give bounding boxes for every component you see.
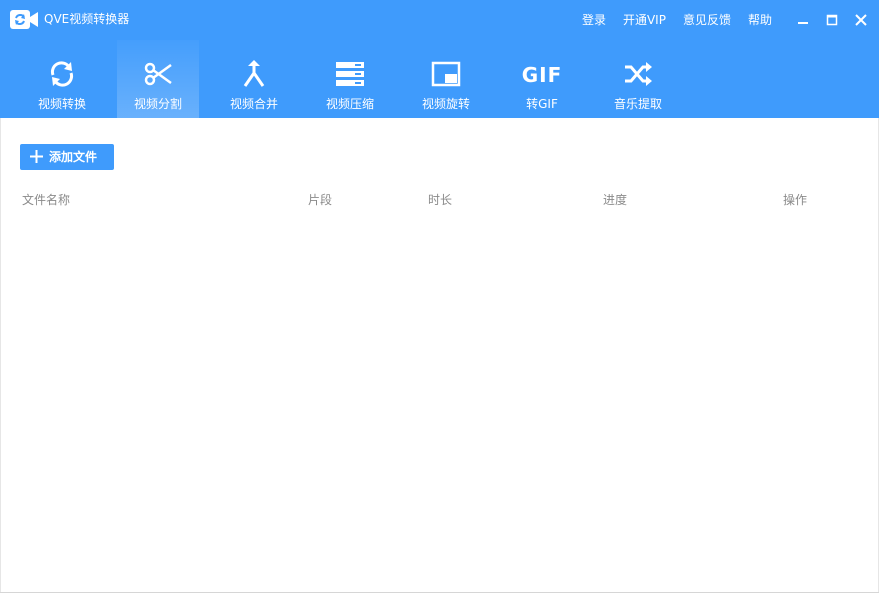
tool-video-merge[interactable]: 视频合并 bbox=[206, 40, 302, 118]
shuffle-icon bbox=[625, 62, 652, 86]
tool-video-compress[interactable]: 视频压缩 bbox=[302, 40, 398, 118]
minimize-icon[interactable] bbox=[796, 13, 810, 27]
tool-label: 视频旋转 bbox=[421, 97, 470, 111]
close-icon[interactable] bbox=[854, 13, 868, 27]
column-filename: 文件名称 bbox=[22, 193, 71, 207]
app-title: QVE视频转换器 bbox=[44, 12, 130, 26]
feedback-link[interactable]: 意见反馈 bbox=[683, 11, 731, 29]
tool-music-extract[interactable]: 音乐提取 bbox=[590, 40, 686, 118]
tool-video-rotate[interactable]: 视频旋转 bbox=[398, 40, 494, 118]
scissors-icon bbox=[144, 62, 172, 86]
tool-label: 视频分割 bbox=[133, 97, 182, 111]
maximize-icon[interactable] bbox=[825, 13, 839, 27]
tool-label: 音乐提取 bbox=[613, 97, 662, 111]
top-links: 登录 开通VIP 意见反馈 帮助 bbox=[582, 11, 772, 29]
vip-link[interactable]: 开通VIP bbox=[623, 11, 666, 29]
gif-icon: GIF bbox=[522, 63, 562, 87]
tool-label: 视频压缩 bbox=[325, 97, 374, 111]
tool-video-convert[interactable]: 视频转换 bbox=[14, 40, 110, 118]
window-border-left bbox=[0, 118, 1, 593]
tool-video-split[interactable]: 视频分割 bbox=[117, 40, 199, 118]
column-duration: 时长 bbox=[428, 193, 453, 207]
tool-to-gif[interactable]: GIF 转GIF bbox=[494, 40, 590, 118]
column-actions: 操作 bbox=[783, 193, 808, 207]
header: QVE视频转换器 登录 开通VIP 意见反馈 帮助 视频转换 视频分割 视频合并… bbox=[0, 0, 879, 118]
gif-icon-text: GIF bbox=[522, 63, 562, 87]
plus-icon bbox=[30, 150, 43, 163]
tool-label: 转GIF bbox=[526, 97, 558, 111]
refresh-icon bbox=[50, 61, 74, 87]
title-bar[interactable]: QVE视频转换器 登录 开通VIP 意见反馈 帮助 bbox=[0, 0, 879, 40]
rotate-icon bbox=[431, 61, 461, 87]
add-file-label: 添加文件 bbox=[49, 150, 98, 164]
compress-icon bbox=[336, 62, 364, 86]
app-window: QVE视频转换器 登录 开通VIP 意见反馈 帮助 视频转换 视频分割 视频合并… bbox=[0, 0, 879, 593]
login-link[interactable]: 登录 bbox=[582, 11, 606, 29]
tool-label: 视频转换 bbox=[37, 97, 86, 111]
merge-icon bbox=[243, 60, 265, 87]
tool-label: 视频合并 bbox=[229, 97, 278, 111]
column-progress: 进度 bbox=[603, 193, 628, 207]
toolbar: 视频转换 视频分割 视频合并 视频压缩 视频旋转 GIF 转GIF 音乐提取 bbox=[14, 40, 686, 118]
app-logo-icon bbox=[10, 10, 38, 29]
column-segment: 片段 bbox=[308, 193, 333, 207]
help-link[interactable]: 帮助 bbox=[748, 11, 772, 29]
add-file-button[interactable]: 添加文件 bbox=[20, 144, 114, 170]
